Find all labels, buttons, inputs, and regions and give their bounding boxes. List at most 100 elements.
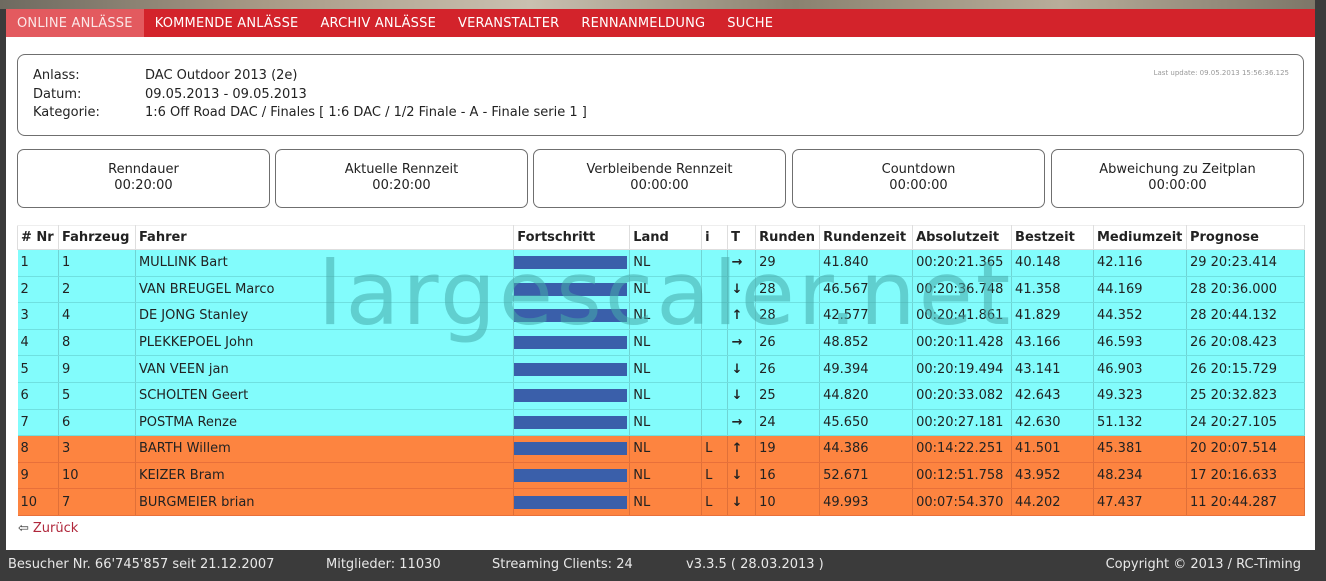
col-fahrer[interactable]: Fahrer (134, 225, 515, 250)
progress-cell (513, 276, 631, 304)
cell-runden: 26 (755, 355, 821, 383)
cell-bestzeit: 40.148 (1011, 249, 1094, 277)
cell-prognose: 25 20:32.823 (1186, 382, 1306, 410)
cell-rundenzeit: 49.394 (819, 355, 914, 383)
cell-bestzeit: 43.141 (1011, 355, 1094, 383)
col-nr[interactable]: # Nr (17, 225, 59, 250)
cell-pos: 2 (17, 276, 59, 304)
footer-members: Mitglieder: 11030 (326, 557, 441, 572)
timer-value: 00:00:00 (889, 178, 948, 193)
cell-fahrer: PLEKKEPOEL John (135, 329, 515, 357)
cell-fahrzeug: 1 (58, 249, 136, 277)
col-prognose[interactable]: Prognose (1185, 225, 1306, 250)
cell-fahrzeug: 9 (58, 355, 136, 383)
trend-arrow-icon: ↓ (731, 361, 743, 377)
cell-fahrer: VAN VEEN jan (135, 355, 515, 383)
cell-pos: 9 (17, 462, 59, 490)
cell-i: L (701, 462, 729, 490)
cell-fahrzeug: 3 (58, 435, 136, 463)
col-runden[interactable]: Runden (755, 225, 821, 250)
cell-absolutzeit: 00:20:36.748 (912, 276, 1013, 304)
table-row: 4 8 PLEKKEPOEL John NL → 26 48.852 00:20:11.428… (17, 329, 1306, 357)
nav-suche[interactable]: SUCHE (716, 9, 784, 37)
footer-visitors: Besucher Nr. 66'745'857 seit 21.12.2007 (8, 557, 275, 572)
datum-value: 09.05.2013 - 09.05.2013 (145, 87, 307, 102)
main-content: Anlass: DAC Outdoor 2013 (2e) Datum: 09.05… (6, 37, 1315, 550)
cell-mediumzeit: 49.323 (1093, 382, 1187, 410)
timer-label: Verbleibende Rennzeit (586, 162, 733, 177)
last-update: Last update: 09.05.2013 15:56:36.125 (1153, 69, 1289, 77)
col-mediumzeit[interactable]: Mediumzeit (1093, 225, 1187, 250)
nav-veranstalter[interactable]: VERANSTALTER (447, 9, 570, 37)
datum-row: Datum: 09.05.2013 - 09.05.2013 (33, 87, 307, 102)
cell-runden: 16 (755, 462, 821, 490)
timer-countdown: Countdown 00:00:00 (792, 149, 1045, 208)
kategorie-row: Kategorie: 1:6 Off Road DAC / Finales [ 1… (33, 105, 587, 120)
table-row: 3 4 DE JONG Stanley NL ↑ 28 42.577 00:20:41.861… (17, 302, 1306, 330)
col-rundenzeit[interactable]: Rundenzeit (819, 225, 914, 250)
progress-bar (514, 415, 628, 429)
main-nav: ONLINE ANLÄSSE KOMMENDE ANLÄSSE ARCHIV A… (6, 9, 1315, 37)
back-link[interactable]: ⇦ Zurück (18, 521, 78, 536)
timer-label: Aktuelle Rennzeit (344, 162, 459, 177)
cell-runden: 19 (755, 435, 821, 463)
progress-cell (513, 249, 631, 277)
col-fortschritt[interactable]: Fortschritt (513, 225, 631, 250)
timer-abweichung: Abweichung zu Zeitplan 00:00:00 (1051, 149, 1304, 208)
table-header-row: # Nr Fahrzeug Fahrer Fortschritt Land i … (17, 225, 1306, 250)
cell-prognose: 11 20:44.287 (1186, 488, 1306, 516)
cell-rundenzeit: 46.567 (819, 276, 914, 304)
cell-prognose: 24 20:27.105 (1186, 409, 1306, 437)
cell-rundenzeit: 49.993 (819, 488, 914, 516)
cell-land: NL (629, 462, 703, 490)
cell-fahrzeug: 7 (58, 488, 136, 516)
cell-pos: 10 (17, 488, 59, 516)
cell-bestzeit: 41.501 (1011, 435, 1094, 463)
footer: Besucher Nr. 66'745'857 seit 21.12.2007 … (0, 550, 1326, 581)
table-row: 5 9 VAN VEEN jan NL ↓ 26 49.394 00:20:19.494 43.… (17, 355, 1306, 383)
cell-land: NL (629, 355, 703, 383)
cell-bestzeit: 41.829 (1011, 302, 1094, 330)
col-i[interactable]: i (701, 225, 729, 250)
cell-bestzeit: 43.952 (1011, 462, 1094, 490)
nav-rennanmeldung[interactable]: RENNANMELDUNG (570, 9, 716, 37)
table-row: 9 10 KEIZER Bram NL L ↓ 16 52.671 00:12:51.758 43… (17, 462, 1306, 490)
col-fahrzeug[interactable]: Fahrzeug (57, 225, 136, 250)
cell-i: L (701, 435, 729, 463)
col-absolutzeit[interactable]: Absolutzeit (912, 225, 1013, 250)
right-edge (1315, 0, 1326, 581)
cell-i (701, 302, 729, 330)
cell-fahrer: SCHOLTEN Geert (135, 382, 515, 410)
nav-archiv-anlaesse[interactable]: ARCHIV ANLÄSSE (309, 9, 447, 37)
header-banner-image (0, 0, 1326, 9)
progress-cell (513, 409, 631, 437)
cell-absolutzeit: 00:20:11.428 (912, 329, 1013, 357)
cell-rundenzeit: 41.840 (819, 249, 914, 277)
cell-prognose: 28 20:36.000 (1186, 276, 1306, 304)
trend-cell: ↓ (727, 355, 757, 383)
cell-mediumzeit: 44.169 (1093, 276, 1187, 304)
cell-absolutzeit: 00:14:22.251 (912, 435, 1013, 463)
cell-i (701, 355, 729, 383)
cell-fahrzeug: 6 (58, 409, 136, 437)
cell-mediumzeit: 47.437 (1093, 488, 1187, 516)
table-row: 6 5 SCHOLTEN Geert NL ↓ 25 44.820 00:20:33.082 4… (17, 382, 1306, 410)
back-label[interactable]: Zurück (33, 521, 78, 536)
cell-runden: 10 (755, 488, 821, 516)
progress-cell (513, 302, 631, 330)
nav-online-anlaesse[interactable]: ONLINE ANLÄSSE (6, 9, 144, 37)
cell-land: NL (629, 382, 703, 410)
nav-kommende-anlaesse[interactable]: KOMMENDE ANLÄSSE (144, 9, 310, 37)
col-bestzeit[interactable]: Bestzeit (1011, 225, 1094, 250)
col-t[interactable]: T (727, 225, 757, 250)
progress-bar (514, 469, 628, 483)
cell-land: NL (629, 435, 703, 463)
timer-aktuelle-rennzeit: Aktuelle Rennzeit 00:20:00 (275, 149, 528, 208)
cell-fahrer: BARTH Willem (135, 435, 515, 463)
cell-absolutzeit: 00:20:27.181 (912, 409, 1013, 437)
col-land[interactable]: Land (629, 225, 703, 250)
progress-bar (514, 282, 628, 296)
table-row: 8 3 BARTH Willem NL L ↑ 19 44.386 00:14:22.251 41… (17, 435, 1306, 463)
footer-copyright: Copyright © 2013 / RC-Timing (1105, 557, 1301, 572)
cell-fahrzeug: 4 (58, 302, 136, 330)
